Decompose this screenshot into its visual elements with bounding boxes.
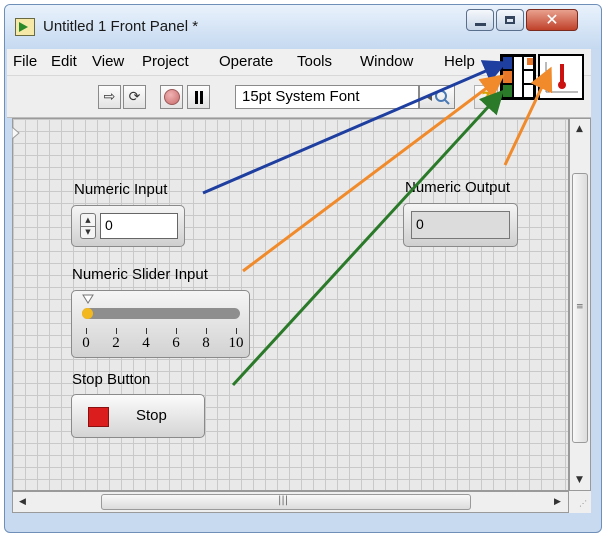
connector-terminal[interactable]: [523, 70, 534, 84]
horizontal-scroll-thumb[interactable]: |||: [101, 494, 471, 510]
slider-tick-label: 10: [228, 335, 244, 351]
slider-tick-label: 2: [112, 335, 120, 351]
run-continuously-button[interactable]: ⟳: [123, 85, 146, 109]
slider-tick: [236, 328, 237, 334]
run-arrow-icon: ⇨: [103, 89, 116, 105]
numeric-slider[interactable]: 0 2 4 6 8 10: [71, 290, 250, 358]
canvas-marker-icon: [12, 127, 20, 139]
scroll-up-icon[interactable]: ▲: [576, 124, 583, 134]
connector-terminal-orange-small: [527, 58, 533, 65]
slider-tick: [116, 328, 117, 334]
minimize-icon: [474, 22, 486, 26]
close-icon: ✕: [545, 10, 559, 29]
abort-button[interactable]: [160, 85, 183, 109]
connector-terminal[interactable]: [513, 56, 523, 98]
connector-terminal[interactable]: [523, 84, 534, 98]
thermometer-icon: [545, 62, 578, 93]
slider-tick: [146, 328, 147, 334]
grip-icon: ≡: [576, 302, 584, 312]
scroll-right-icon[interactable]: ▶: [554, 497, 561, 507]
stop-button-label: Stop Button: [72, 371, 151, 388]
scroll-left-icon[interactable]: ◀: [19, 497, 26, 507]
slider-tick-label: 4: [142, 335, 150, 351]
stop-led-icon: [88, 407, 109, 427]
numeric-input-label: Numeric Input: [74, 181, 168, 198]
menu-operate[interactable]: Operate: [219, 53, 273, 70]
pause-button[interactable]: [187, 85, 210, 109]
run-continuously-icon: ⟳: [128, 89, 141, 105]
numeric-increment-decrement[interactable]: ▲ ▼: [80, 213, 96, 239]
resize-grip-icon: ⋰: [579, 499, 587, 508]
vertical-scroll-thumb[interactable]: ≡: [572, 173, 588, 443]
connector-terminal-blue[interactable]: [502, 56, 513, 70]
run-button[interactable]: ⇨: [98, 85, 121, 109]
menu-project[interactable]: Project: [142, 53, 189, 70]
slider-track[interactable]: [82, 308, 240, 319]
slider-label: Numeric Slider Input: [72, 266, 208, 283]
horizontal-scrollbar[interactable]: ◀ ||| ▶: [12, 491, 569, 513]
menu-help[interactable]: Help: [444, 53, 496, 70]
context-help-icon: ?: [481, 87, 491, 107]
font-selector[interactable]: 15pt System Font: [235, 85, 419, 109]
slider-tick-label: 8: [202, 335, 210, 351]
stop-button-text: Stop: [136, 407, 167, 424]
numeric-output-value: 0: [411, 211, 510, 239]
menu-tools[interactable]: Tools: [297, 53, 332, 70]
menu-view[interactable]: View: [92, 53, 124, 70]
labview-vi-icon: [15, 18, 35, 36]
slider-thumb-icon[interactable]: [82, 294, 94, 304]
maximize-icon: [505, 16, 515, 24]
slider-fill: [82, 308, 93, 319]
search-button[interactable]: [419, 85, 455, 109]
grip-icon: |||: [278, 495, 289, 506]
vertical-scrollbar[interactable]: ▲ ≡ ▼: [569, 118, 591, 491]
scroll-down-icon[interactable]: ▼: [576, 475, 583, 485]
resize-grip[interactable]: ⋰: [569, 491, 591, 513]
context-help-button[interactable]: ?: [474, 85, 498, 109]
minimize-button[interactable]: [466, 9, 494, 31]
window-title: Untitled 1 Front Panel *: [43, 18, 199, 35]
pause-icon: [194, 90, 203, 104]
search-icon: [426, 90, 450, 105]
close-button[interactable]: ✕: [526, 9, 578, 31]
numeric-input-field[interactable]: 0: [100, 213, 178, 239]
slider-tick-label: 0: [82, 335, 90, 351]
connector-pane[interactable]: [500, 54, 536, 100]
title-bar[interactable]: Untitled 1 Front Panel * ✕: [5, 5, 601, 49]
stop-button[interactable]: Stop: [71, 394, 205, 438]
numeric-output-label: Numeric Output: [405, 179, 511, 196]
slider-tick-label: 6: [172, 335, 180, 351]
slider-tick: [86, 328, 87, 334]
menu-window[interactable]: Window: [360, 53, 413, 70]
slider-tick: [206, 328, 207, 334]
numeric-input-control: ▲ ▼ 0: [71, 205, 185, 247]
slider-tick: [176, 328, 177, 334]
connector-terminal-orange[interactable]: [502, 70, 513, 84]
maximize-button[interactable]: [496, 9, 524, 31]
numeric-output-indicator: 0: [403, 203, 518, 247]
connector-terminal-green[interactable]: [502, 84, 513, 98]
decrement-icon[interactable]: ▼: [81, 226, 95, 238]
abort-execution-icon: [163, 89, 180, 105]
menu-file[interactable]: File: [13, 53, 37, 70]
menu-edit[interactable]: Edit: [51, 53, 77, 70]
vi-icon-pane[interactable]: [538, 54, 584, 100]
